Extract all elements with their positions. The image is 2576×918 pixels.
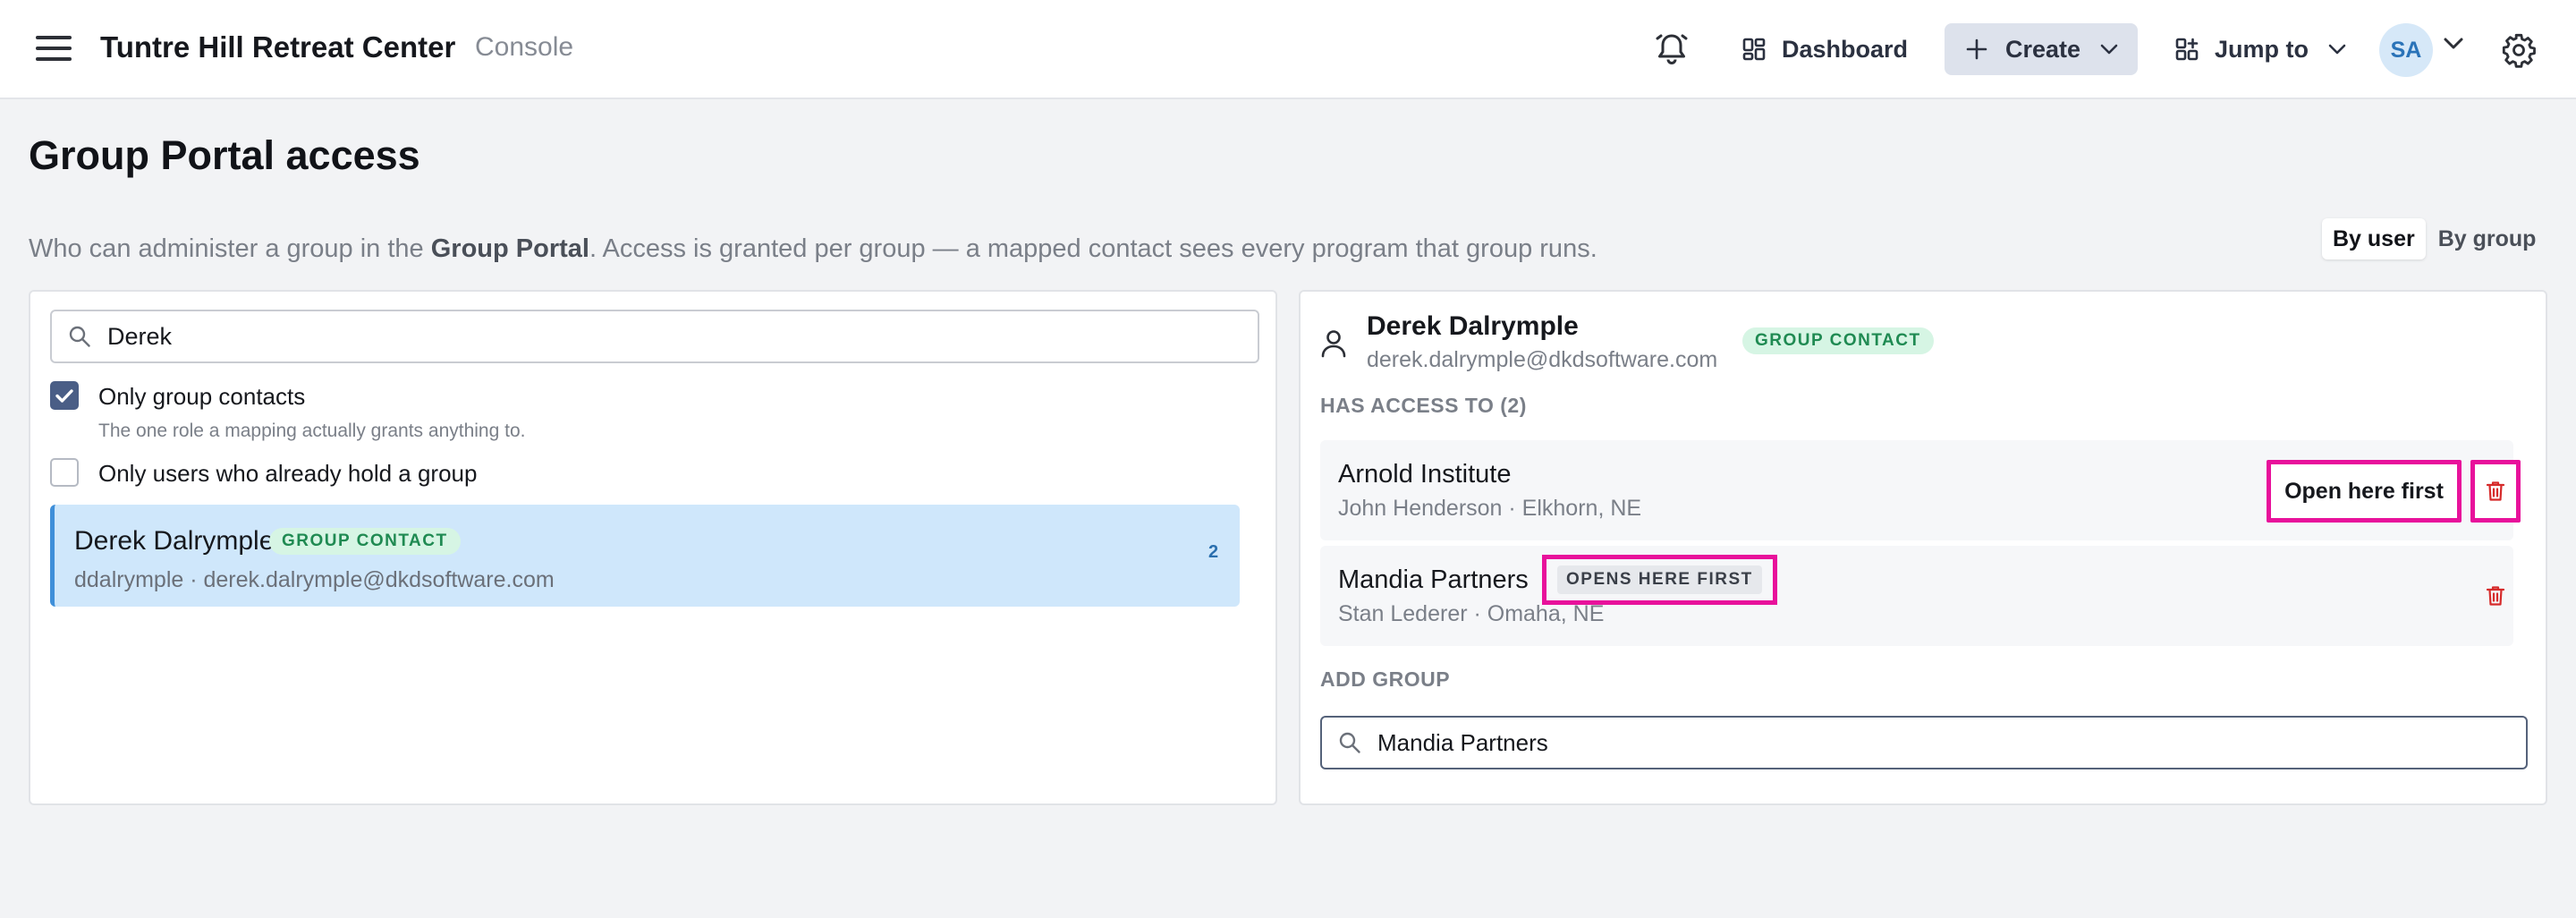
only-group-contacts-hint: The one role a mapping actually grants a… [98,421,526,441]
chevron-down-icon [2100,44,2118,55]
description-text: Who can administer a group in the [29,234,431,263]
chevron-down-icon[interactable] [2444,38,2463,50]
remove-group-button[interactable] [2470,580,2521,612]
avatar[interactable]: SA [2379,23,2433,77]
view-toggle: By user By group [2322,218,2546,259]
toggle-by-group[interactable]: By group [2428,218,2547,259]
add-group-search-input[interactable]: Mandia Partners [1320,716,2528,769]
trash-icon [2486,586,2505,606]
access-row-arnold-institute: Arnold Institute John Henderson · Elkhor… [1320,440,2521,540]
add-group-search-value: Mandia Partners [1377,728,1548,756]
group-name: Arnold Institute [1338,460,1512,489]
menu-icon[interactable] [36,34,72,63]
only-group-contacts-label[interactable]: Only group contacts [98,383,305,411]
apps-icon [2175,38,2199,61]
group-meta: John Henderson · Elkhorn, NE [1338,496,1642,521]
user-detail-panel: Derek Dalrymple derek.dalrymple@dkdsoftw… [1299,290,2547,805]
description-text: . Access is granted per group — a mapped… [589,234,1597,263]
plus-icon [1966,38,1987,60]
dashboard-icon [1742,38,1766,61]
user-icon [1321,330,1346,358]
add-group-heading: ADD GROUP [1320,667,1451,691]
only-users-holding-group-label[interactable]: Only users who already hold a group [98,460,477,488]
search-value: Derek [107,322,173,350]
opens-here-first-highlight: OPENS HERE FIRST [1542,555,1777,605]
toggle-by-user[interactable]: By user [2322,218,2426,259]
only-group-contacts-checkbox[interactable] [50,381,79,410]
description-bold: Group Portal [430,234,589,263]
check-icon [55,389,73,403]
user-search-input[interactable]: Derek [50,310,1259,363]
dashboard-button[interactable]: Dashboard [1735,23,1915,75]
result-user-meta: ddalrymple · derek.dalrymple@dkdsoftware… [74,567,555,592]
access-row-mandia-partners: Mandia Partners Stan Lederer · Omaha, NE… [1320,546,2513,646]
detail-user-email: derek.dalrymple@dkdsoftware.com [1367,347,1718,372]
chevron-down-icon [2328,44,2346,55]
user-result-row[interactable]: Derek Dalrymple GROUP CONTACT ddalrymple… [50,505,1240,607]
jump-to-button[interactable]: Jump to [2172,23,2350,75]
search-icon [1339,732,1360,753]
group-name: Mandia Partners [1338,565,1529,594]
has-access-heading: HAS ACCESS TO (2) [1320,394,1527,417]
create-button[interactable]: Create [1945,23,2138,75]
opens-here-first-tag: OPENS HERE FIRST [1557,565,1762,594]
remove-group-button[interactable] [2470,460,2521,523]
jump-to-label: Jump to [2215,35,2309,63]
page-description: Who can administer a group in the Group … [29,234,1597,264]
only-users-holding-group-checkbox[interactable] [50,458,79,487]
top-bar: Tuntre Hill Retreat Center Console Dashb… [0,0,2576,99]
result-access-count: 2 [1208,542,1219,562]
group-contact-badge: GROUP CONTACT [269,528,461,555]
open-here-first-button[interactable]: Open here first [2267,460,2462,523]
page-title: Group Portal access [29,132,420,178]
dashboard-label: Dashboard [1782,35,1909,63]
user-search-panel: Derek Only group contacts The one role a… [29,290,1277,805]
result-user-name: Derek Dalrymple [74,526,275,556]
app-subtitle: Console [475,32,574,62]
app-title: Tuntre Hill Retreat Center [100,30,456,64]
trash-icon [2486,481,2505,501]
gear-icon[interactable] [2501,32,2537,68]
search-icon [69,326,90,347]
group-meta: Stan Lederer · Omaha, NE [1338,601,1605,626]
group-contact-badge: GROUP CONTACT [1742,327,1934,354]
bell-icon[interactable] [1653,30,1690,68]
create-label: Create [2005,35,2081,63]
detail-user-name: Derek Dalrymple [1367,311,1579,341]
